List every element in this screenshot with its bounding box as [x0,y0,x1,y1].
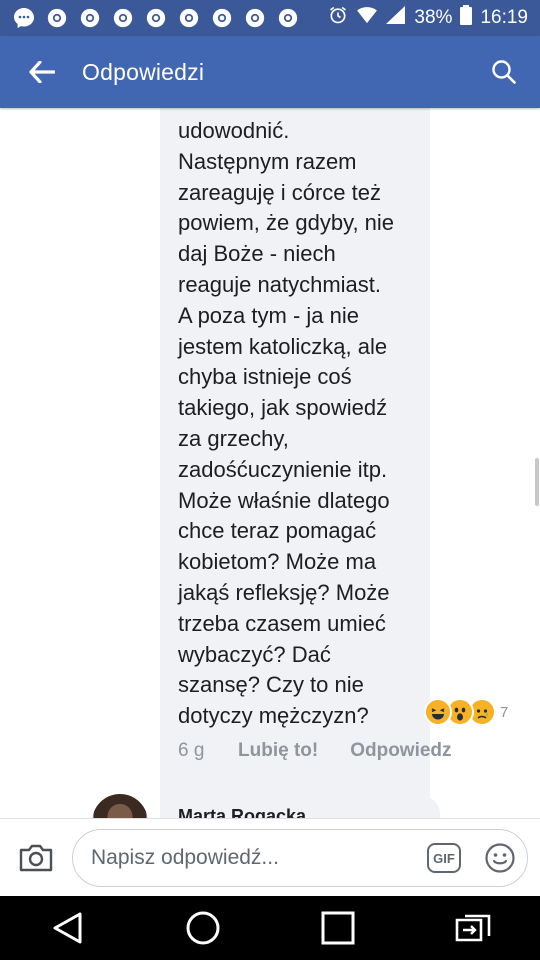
status-right: 38% 16:19 [328,5,540,31]
chrome-icon [45,6,69,30]
comment-line: Może właśnie dlatego [178,487,390,513]
camera-button[interactable] [0,819,72,897]
chrome-icon [111,6,135,30]
app-bar: Odpowiedzi [0,36,540,108]
comment-line: wybaczyć? Dać [178,641,331,667]
comment-line: takiego, jak spowiedź [178,395,388,421]
comment-time: 6 g [178,740,205,761]
smiley-icon [485,843,515,873]
search-button[interactable] [468,36,540,108]
wifi-icon [356,6,378,30]
battery-percent: 38% [414,7,453,28]
comment-line: kobietom? Może ma [178,549,377,575]
system-nav-bar [0,896,540,960]
reaction-summary[interactable]: 7 [424,698,508,726]
messenger-icon [12,6,36,30]
battery-icon [460,5,473,31]
camera-icon [19,844,53,872]
chrome-icon [210,6,234,30]
comment-line: dotyczy mężczyzn? [178,703,369,729]
comment-line: zareaguję i córce też [178,179,381,205]
nav-recents-button[interactable] [298,896,378,960]
reply-bubble: Marta Rogacka [160,796,440,818]
page-title: Odpowiedzi [82,58,205,85]
comment-line: za grzechy, [178,425,289,451]
circle-home-icon [186,911,219,945]
nav-switch-button[interactable] [433,896,513,960]
search-icon [492,60,516,84]
comment-line: powiem, że gdyby, nie [178,210,395,236]
comment-line: jestem katoliczką, ale [178,333,388,359]
comment-line: jakąś refleksję? Może [178,579,390,605]
chrome-icon [243,6,267,30]
replies-thread[interactable]: udowodnić. Następnym razem zareaguję i cór… [0,108,540,818]
scrollbar[interactable] [535,458,539,506]
nav-back-button[interactable] [28,896,108,960]
chrome-icon [78,6,102,30]
comment-line: chce teraz pomagać [178,518,377,544]
comment-line: szansę? Czy to nie [178,672,364,698]
comment-text: udowodnić. Następnym razem zareaguję i cór… [178,116,426,732]
reply-input-container[interactable]: GIF [72,829,528,887]
composer-bar: GIF [0,818,540,897]
reaction-count: 7 [500,703,509,721]
gif-button[interactable]: GIF [427,843,461,873]
like-button[interactable]: Lubię to! [238,740,318,762]
avatar[interactable] [92,794,148,818]
comment-line: reaguje natychmiast. [178,271,381,297]
nav-home-button[interactable] [163,896,243,960]
back-button[interactable] [0,36,84,108]
haha-icon [424,698,452,726]
comment-line: A poza tym - ja nie [178,302,359,328]
signal-icon [386,6,406,30]
reply-author[interactable]: Marta Rogacka [178,806,306,818]
alarm-icon [328,5,348,31]
chrome-icon [276,6,300,30]
emoji-button[interactable] [483,841,517,875]
triangle-back-icon [53,912,81,944]
chrome-icon [177,6,201,30]
comment-line: chyba istnieje coś [178,364,352,390]
chrome-icon [144,6,168,30]
comment-line: zadośćuczynienie itp. [178,456,388,482]
arrow-left-icon [29,61,55,83]
comment-line: trzeba czasem umieć [178,610,386,636]
reply-button[interactable]: Odpowiedz [350,740,451,762]
comment-line: daj Boże - niech [178,241,336,267]
comment-actions: 6 g Lubię to! Odpowiedz [178,740,484,762]
square-recents-icon [321,911,354,945]
notification-icons [0,6,300,30]
comment-line: Następnym razem [178,148,357,174]
screen-switch-icon [455,914,490,942]
comment-line: udowodnić. [178,118,290,143]
reply-input[interactable] [89,845,427,871]
clock: 16:19 [480,7,528,28]
status-bar: 38% 16:19 [0,0,540,36]
